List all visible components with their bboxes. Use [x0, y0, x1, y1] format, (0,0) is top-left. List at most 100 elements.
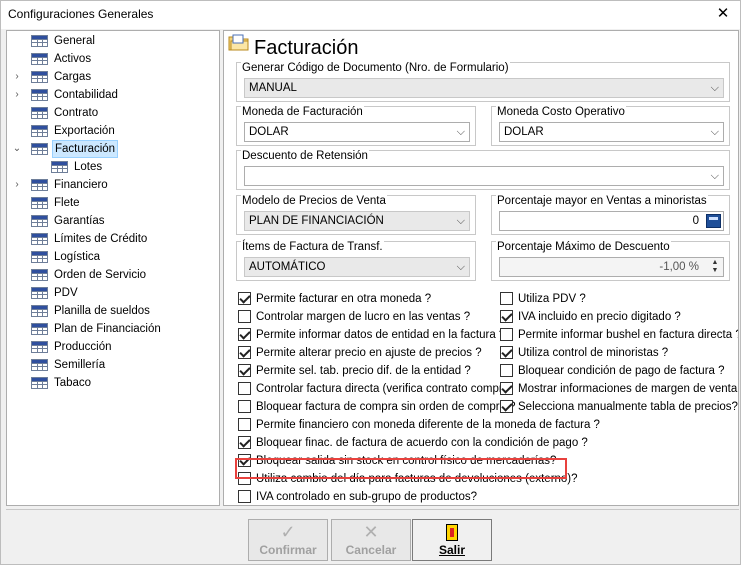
- window-title: Configuraciones Generales: [8, 7, 154, 21]
- tree-item-exportación[interactable]: Exportación: [7, 122, 219, 140]
- checkbox-unchecked-icon[interactable]: [500, 364, 513, 377]
- collapse-icon[interactable]: ⌄: [11, 140, 23, 158]
- billing-currency-label: Moneda de Facturación: [241, 106, 364, 118]
- tree-item-label: Tabaco: [54, 377, 92, 389]
- checkbox-unchecked-icon[interactable]: [238, 310, 251, 323]
- billing-currency-value: DOLAR: [249, 126, 289, 138]
- checkbox-checked-icon[interactable]: [238, 364, 251, 377]
- tree-item-contabilidad[interactable]: › Contabilidad: [7, 86, 219, 104]
- tree-item-financiero[interactable]: › Financiero: [7, 176, 219, 194]
- highlight-box: [235, 458, 567, 479]
- cancel-button[interactable]: ✕ Cancelar: [331, 519, 411, 561]
- calculator-icon[interactable]: [706, 214, 721, 228]
- table-icon: [31, 305, 48, 317]
- tree-item-contrato[interactable]: Contrato: [7, 104, 219, 122]
- checkbox-checked-icon[interactable]: [238, 328, 251, 341]
- checkbox-unchecked-icon[interactable]: [500, 328, 513, 341]
- checkbox-unchecked-icon[interactable]: [238, 400, 251, 413]
- confirm-button[interactable]: ✓ Confirmar: [248, 519, 328, 561]
- checkbox-unchecked-icon[interactable]: [238, 418, 251, 431]
- tree-item-lotes[interactable]: Lotes: [7, 158, 219, 176]
- table-icon: [31, 323, 48, 335]
- title-bar: Configuraciones Generales ✕: [1, 1, 740, 29]
- tree-item-label: Flete: [54, 197, 80, 209]
- tree-item-planilla-de-sueldos[interactable]: Planilla de sueldos: [7, 302, 219, 320]
- option-label: Permite informar bushel en factura direc…: [518, 329, 739, 341]
- checkbox-checked-icon[interactable]: [500, 400, 513, 413]
- transfer-items-select[interactable]: AUTOMÁTICO ⌵: [244, 257, 470, 277]
- table-icon: [31, 89, 48, 101]
- tree-item-label: Logística: [54, 251, 101, 263]
- option-label: IVA controlado en sub-grupo de productos…: [256, 491, 477, 503]
- table-icon: [31, 269, 48, 281]
- tree-item-pdv[interactable]: PDV: [7, 284, 219, 302]
- tree-item-label: Facturación: [52, 140, 119, 158]
- option-label: Utiliza PDV ?: [518, 293, 586, 305]
- cancel-label: Cancelar: [345, 543, 397, 557]
- table-icon: [31, 35, 48, 47]
- tree-item-semillería[interactable]: Semillería: [7, 356, 219, 374]
- checkbox-checked-icon[interactable]: [238, 436, 251, 449]
- option-label: Utiliza control de minoristas ?: [518, 347, 669, 359]
- max-discount-input[interactable]: -1,00 % ▲ ▼: [499, 257, 724, 277]
- spinner-icon[interactable]: ▲ ▼: [708, 259, 722, 275]
- exit-button[interactable]: Salir: [412, 519, 492, 561]
- tree-item-general[interactable]: General: [7, 32, 219, 50]
- checkbox-unchecked-icon[interactable]: [238, 490, 251, 503]
- tree-item-label: Activos: [54, 53, 92, 65]
- check-icon: ✓: [280, 522, 296, 542]
- tree-item-logística[interactable]: Logística: [7, 248, 219, 266]
- cancel-icon: ✕: [363, 522, 379, 542]
- checkbox-checked-icon[interactable]: [500, 382, 513, 395]
- table-icon: [31, 71, 48, 83]
- billing-currency-select[interactable]: DOLAR ⌵: [244, 122, 470, 142]
- tree-item-límites-de-crédito[interactable]: Límites de Crédito: [7, 230, 219, 248]
- tree-item-label: Financiero: [54, 179, 108, 191]
- exit-door-icon: [446, 524, 458, 541]
- price-model-select[interactable]: PLAN DE FINANCIACIÓN ⌵: [244, 211, 470, 231]
- billing-currency-group: Moneda de Facturación DOLAR ⌵: [236, 106, 476, 146]
- doc-code-select[interactable]: MANUAL ⌵: [244, 78, 724, 98]
- expand-icon[interactable]: ›: [11, 176, 23, 194]
- expand-icon[interactable]: ›: [11, 86, 23, 104]
- tree-item-label: Orden de Servicio: [54, 269, 147, 281]
- table-icon: [31, 179, 48, 191]
- checkbox-unchecked-icon[interactable]: [500, 292, 513, 305]
- tree-item-label: Lotes: [74, 161, 103, 173]
- close-icon[interactable]: ✕: [706, 1, 740, 29]
- tree-item-tabaco[interactable]: Tabaco: [7, 374, 219, 392]
- tree-item-flete[interactable]: Flete: [7, 194, 219, 212]
- table-icon: [31, 215, 48, 227]
- expand-icon[interactable]: ›: [11, 68, 23, 86]
- retail-percentage-input[interactable]: 0: [499, 211, 724, 231]
- checkbox-checked-icon[interactable]: [500, 346, 513, 359]
- table-icon: [31, 53, 48, 65]
- retail-percentage-label: Porcentaje mayor en Ventas a minoristas: [496, 195, 708, 207]
- option-label: Bloquear factura de compra sin orden de …: [256, 401, 516, 413]
- option-label: Selecciona manualmente tabla de precios?: [518, 401, 738, 413]
- price-model-group: Modelo de Precios de Venta PLAN DE FINAN…: [236, 195, 476, 235]
- checkbox-checked-icon[interactable]: [238, 346, 251, 359]
- tree-item-cargas[interactable]: › Cargas: [7, 68, 219, 86]
- checkbox-checked-icon[interactable]: [238, 292, 251, 305]
- table-icon: [31, 107, 48, 119]
- operating-cost-currency-select[interactable]: DOLAR ⌵: [499, 122, 724, 142]
- table-icon: [31, 197, 48, 209]
- retail-percentage-value: 0: [692, 215, 699, 227]
- tree-item-plan-de-financiación[interactable]: Plan de Financiación: [7, 320, 219, 338]
- table-icon: [31, 251, 48, 263]
- tree-item-activos[interactable]: Activos: [7, 50, 219, 68]
- exit-label: Salir: [438, 543, 465, 557]
- table-icon: [31, 125, 48, 137]
- tree-item-label: Semillería: [54, 359, 106, 371]
- tree-item-facturación[interactable]: ⌄ Facturación: [7, 140, 219, 158]
- checkbox-unchecked-icon[interactable]: [238, 382, 251, 395]
- tree-item-garantías[interactable]: Garantías: [7, 212, 219, 230]
- tree-item-producción[interactable]: Producción: [7, 338, 219, 356]
- checkbox-checked-icon[interactable]: [500, 310, 513, 323]
- price-model-value: PLAN DE FINANCIACIÓN: [249, 215, 384, 227]
- option-label: Mostrar informaciones de margen de venta…: [518, 383, 739, 395]
- withholding-discount-select[interactable]: ⌵: [244, 166, 724, 186]
- option-label: Controlar factura directa (verifica cont…: [256, 383, 513, 395]
- tree-item-orden-de-servicio[interactable]: Orden de Servicio: [7, 266, 219, 284]
